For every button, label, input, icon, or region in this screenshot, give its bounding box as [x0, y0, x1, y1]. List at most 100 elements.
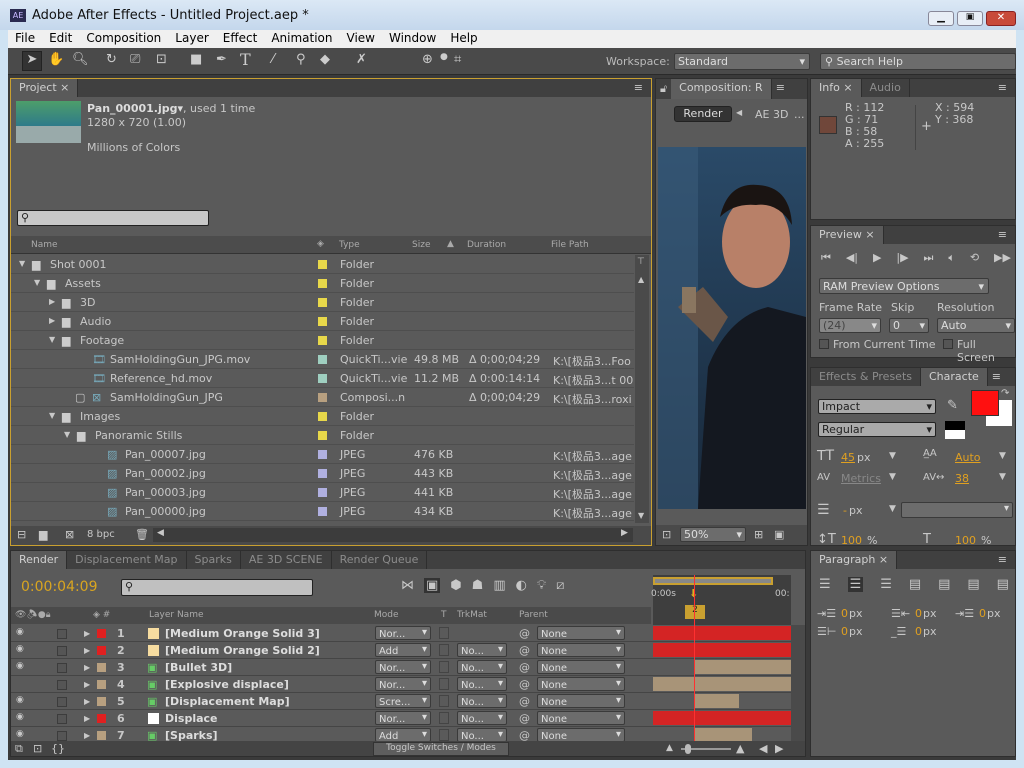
eye-icon[interactable]: ◉: [16, 712, 24, 722]
justify-left-icon[interactable]: ▤: [909, 577, 921, 592]
preserve-transparency-toggle[interactable]: [439, 729, 449, 741]
vertical-scale-value[interactable]: 100: [841, 534, 862, 545]
blend-mode-dropdown[interactable]: Add ▾: [375, 643, 431, 657]
label-color-swatch[interactable]: [318, 488, 327, 497]
blend-mode-dropdown[interactable]: Add ▾: [375, 728, 431, 741]
label-color-swatch[interactable]: [318, 336, 327, 345]
label-color-swatch[interactable]: [318, 298, 327, 307]
twirl-closed-icon[interactable]: ▶: [84, 714, 90, 723]
tracking-value[interactable]: 38: [955, 472, 969, 485]
layer-name[interactable]: [Medium Orange Solid 3]: [165, 627, 320, 640]
layer-name[interactable]: [Bullet 3D]: [165, 661, 232, 674]
blend-mode-dropdown[interactable]: Nor... ▾: [375, 660, 431, 674]
twirl-open-icon[interactable]: ▼: [49, 411, 55, 420]
menu-layer[interactable]: Layer: [168, 30, 215, 48]
label-color-swatch[interactable]: [97, 680, 106, 689]
label-color-swatch[interactable]: [318, 374, 327, 383]
blend-mode-dropdown[interactable]: Nor... ▾: [375, 677, 431, 691]
work-area-bar[interactable]: [653, 577, 773, 585]
pick-whip-icon[interactable]: @: [519, 695, 530, 708]
label-color-swatch[interactable]: [318, 355, 327, 364]
track-matte-dropdown[interactable]: No... ▾: [457, 660, 507, 674]
project-item-row[interactable]: ▼ ▆ Footage Folder: [11, 331, 634, 350]
layer-switches-icon[interactable]: ⧉: [15, 742, 23, 756]
interpret-footage-icon[interactable]: ⊟: [17, 528, 26, 541]
horizontal-scale-value[interactable]: 100: [955, 534, 976, 545]
tab-render-queue[interactable]: Render Queue: [332, 551, 428, 569]
black-white-swatch[interactable]: [945, 421, 965, 439]
tab-render[interactable]: Render: [11, 551, 68, 569]
blend-mode-dropdown[interactable]: Nor... ▾: [375, 711, 431, 725]
eye-icon[interactable]: ◉: [16, 695, 24, 705]
twirl-closed-icon[interactable]: ▶: [84, 663, 90, 672]
minimize-button[interactable]: ▁: [928, 11, 954, 26]
swap-colors-icon[interactable]: ↷: [1001, 388, 1009, 399]
justify-all-icon[interactable]: ▤: [997, 577, 1009, 592]
label-color-swatch[interactable]: [318, 412, 327, 421]
project-item-row[interactable]: ▢ ⊠ SamHoldingGun_JPG Composi...n Δ 0;00;04;…: [11, 388, 634, 407]
layer-name[interactable]: [Displacement Map]: [165, 695, 290, 708]
eyedropper-icon[interactable]: ✎: [947, 398, 958, 413]
font-family-dropdown[interactable]: Impact ▾: [818, 399, 936, 414]
layer-row[interactable]: ◉ ▶ 1 [Medium Orange Solid 3] Nor... ▾ @ None ▾: [11, 625, 791, 642]
preserve-transparency-toggle[interactable]: [439, 644, 449, 656]
parent-dropdown[interactable]: None ▾: [537, 677, 625, 691]
search-help-input[interactable]: ⚲ Search Help: [820, 53, 1016, 70]
eraser-tool-icon[interactable]: ◆: [320, 52, 330, 67]
label-column-tag-icon[interactable]: ◈: [317, 239, 324, 249]
label-color-swatch[interactable]: [318, 393, 327, 402]
flowchart-icon[interactable]: ⊤: [637, 257, 645, 267]
panel-menu-icon[interactable]: ≡: [990, 226, 1015, 244]
eye-icon[interactable]: ◉: [16, 661, 24, 671]
draft-3d-icon[interactable]: ⬢: [450, 578, 461, 593]
ram-preview-options-dropdown[interactable]: RAM Preview Options ▾: [819, 278, 989, 294]
pan-behind-tool-icon[interactable]: ⊡: [156, 52, 167, 67]
label-color-swatch[interactable]: [318, 450, 327, 459]
time-ruler[interactable]: 0:00s 00: 2 ⬇: [651, 575, 791, 625]
selection-tool-icon[interactable]: ➤: [22, 51, 42, 71]
label-color-swatch[interactable]: [318, 507, 327, 516]
preserve-transparency-toggle[interactable]: [439, 661, 449, 673]
project-item-row[interactable]: ▨ Pan_00002.jpg JPEG 443 KB K:\[极品3...age: [11, 464, 634, 483]
track-matte-dropdown[interactable]: No... ▾: [457, 677, 507, 691]
panel-menu-icon[interactable]: ≡: [990, 551, 1015, 569]
tab-displacement-map[interactable]: Displacement Map: [67, 551, 187, 569]
hand-tool-icon[interactable]: ✋: [48, 52, 64, 67]
chevron-down-icon[interactable]: ▼: [999, 451, 1006, 461]
layer-name[interactable]: Displace: [165, 712, 218, 725]
project-item-row[interactable]: ▼ ▆ Assets Folder: [11, 274, 634, 293]
preserve-transparency-toggle[interactable]: [439, 712, 449, 724]
stroke-width-value[interactable]: -: [843, 504, 847, 517]
project-item-row[interactable]: ▼ ▆ Images Folder: [11, 407, 634, 426]
stroke-style-dropdown[interactable]: ▾: [901, 502, 1013, 518]
ram-preview-icon[interactable]: ▶▶: [994, 251, 1011, 265]
layer-row[interactable]: ◉ ▶ 3 ▣ [Bullet 3D] Nor... ▾ No... ▾ @ None ▾: [11, 659, 791, 676]
layer-duration-bar[interactable]: [653, 643, 791, 657]
project-item-row[interactable]: ▨ Pan_00007.jpg JPEG 476 KB K:\[极品3...age: [11, 445, 634, 464]
layer-duration-bar[interactable]: [653, 677, 791, 691]
lock-toggle[interactable]: [57, 680, 67, 690]
workspace-dropdown[interactable]: Standard ▾: [674, 53, 810, 70]
parent-dropdown[interactable]: None ▾: [537, 694, 625, 708]
type-tool-icon[interactable]: T: [240, 50, 251, 69]
pick-whip-icon[interactable]: @: [519, 627, 530, 640]
label-color-swatch[interactable]: [97, 714, 106, 723]
comp-toggle-icon[interactable]: ▢: [75, 391, 85, 404]
panel-menu-icon[interactable]: ≡: [990, 79, 1015, 97]
twirl-open-icon[interactable]: ▼: [64, 430, 70, 439]
label-color-swatch[interactable]: [97, 663, 106, 672]
twirl-closed-icon[interactable]: ▶: [49, 316, 55, 325]
project-item-row[interactable]: 🎞︎ SamHoldingGun_JPG.mov QuickTi...vie 49.8…: [11, 350, 634, 369]
camera-tool-icon[interactable]: ⎚: [130, 52, 140, 67]
tab-effects-presets[interactable]: Effects & Presets: [811, 368, 921, 386]
twirl-closed-icon[interactable]: ▶: [84, 629, 90, 638]
pick-whip-icon[interactable]: @: [519, 678, 530, 691]
tab-paragraph[interactable]: Paragraph ×: [811, 551, 898, 569]
layer-duration-bar[interactable]: [653, 626, 791, 640]
column-size[interactable]: Size: [412, 240, 430, 250]
tab-composition[interactable]: Composition: R: [671, 79, 772, 99]
layer-duration-bar[interactable]: [694, 694, 739, 708]
parent-dropdown[interactable]: None ▾: [537, 728, 625, 741]
layer-duration-bar[interactable]: [653, 711, 791, 725]
item-name[interactable]: Pan_00001.jpg▾: [87, 102, 183, 115]
